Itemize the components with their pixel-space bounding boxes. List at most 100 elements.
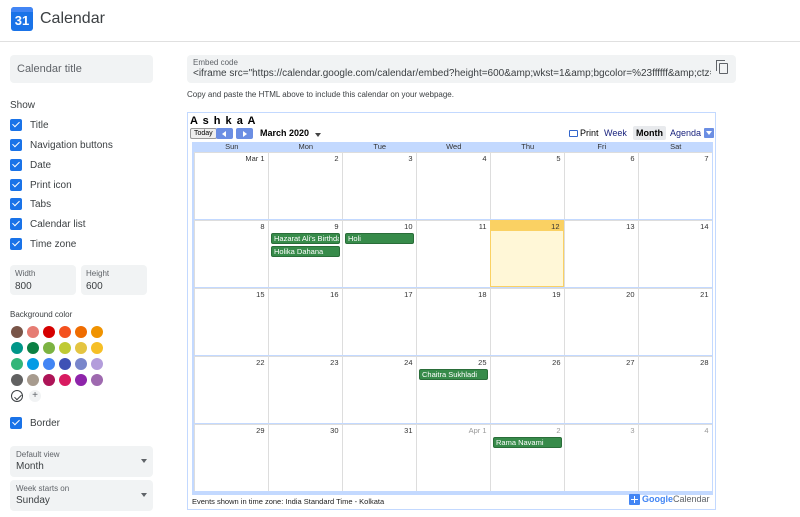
width-field[interactable]: Width 800 (10, 265, 76, 295)
event-chip[interactable]: Holi (345, 233, 414, 244)
event-chip[interactable]: Chaitra Sukhladi (419, 369, 488, 380)
show-option[interactable]: Title (10, 118, 49, 132)
day-cell[interactable]: 31 (342, 424, 416, 491)
color-swatch[interactable] (11, 326, 23, 338)
color-swatch[interactable] (59, 358, 71, 370)
tab-month[interactable]: Month (633, 126, 666, 140)
chevron-down-icon[interactable] (704, 128, 714, 138)
option-checkbox[interactable] (10, 179, 22, 191)
day-cell[interactable]: 2 Rama Navami (490, 424, 564, 491)
color-swatch[interactable] (43, 326, 55, 338)
day-cell[interactable]: 13 (564, 220, 638, 287)
event-chip[interactable]: Holika Dahana (271, 246, 340, 257)
show-option[interactable]: Calendar list (10, 217, 86, 231)
color-swatch[interactable] (59, 342, 71, 354)
color-swatch[interactable] (75, 342, 87, 354)
color-swatch[interactable] (11, 374, 23, 386)
copy-icon[interactable] (716, 60, 728, 74)
day-cell[interactable]: 17 (342, 288, 416, 355)
day-cell[interactable]: 29 (194, 424, 268, 491)
tab-agenda[interactable]: Agenda (667, 126, 704, 140)
tab-week[interactable]: Week (601, 126, 630, 140)
default-view-select[interactable]: Default view Month (10, 446, 153, 477)
color-swatch[interactable] (91, 342, 103, 354)
border-checkbox[interactable] (10, 417, 22, 429)
day-cell[interactable]: 27 (564, 356, 638, 423)
today-button[interactable]: Today (190, 128, 217, 139)
show-option[interactable]: Time zone (10, 237, 76, 251)
color-swatch[interactable] (27, 342, 39, 354)
calendar-logo-icon[interactable]: 31 (11, 7, 33, 31)
selected-color-swatch[interactable] (11, 390, 23, 402)
show-option[interactable]: Print icon (10, 178, 72, 192)
prev-month-button[interactable] (216, 128, 233, 139)
color-swatch[interactable] (91, 358, 103, 370)
google-calendar-badge[interactable]: Google Calendar (629, 493, 710, 505)
height-field[interactable]: Height 600 (81, 265, 147, 295)
embed-code-value[interactable]: <iframe src="https://calendar.google.com… (193, 68, 711, 79)
width-value[interactable]: 800 (15, 281, 71, 292)
height-value[interactable]: 600 (86, 281, 142, 292)
calendar-title-input[interactable] (10, 55, 153, 83)
day-cell[interactable]: 22 (194, 356, 268, 423)
color-swatch[interactable] (27, 326, 39, 338)
event-chip[interactable]: Rama Navami (493, 437, 562, 448)
show-option[interactable]: Navigation buttons (10, 138, 113, 152)
day-cell[interactable]: 16 (268, 288, 342, 355)
day-cell-today[interactable]: 12 (490, 220, 564, 287)
day-cell[interactable]: 5 (490, 152, 564, 219)
color-swatch[interactable] (91, 326, 103, 338)
day-cell[interactable]: 2 (268, 152, 342, 219)
embed-code-field[interactable]: Embed code <iframe src="https://calendar… (187, 55, 736, 83)
day-cell[interactable]: 20 (564, 288, 638, 355)
option-checkbox[interactable] (10, 198, 22, 210)
next-month-button[interactable] (236, 128, 253, 139)
color-swatch[interactable] (59, 326, 71, 338)
color-swatch[interactable] (27, 374, 39, 386)
color-swatch[interactable] (27, 358, 39, 370)
day-cell[interactable]: 10 Holi (342, 220, 416, 287)
current-month[interactable]: March 2020 (260, 128, 309, 138)
day-cell[interactable]: Mar 1 (194, 152, 268, 219)
color-swatch[interactable] (59, 374, 71, 386)
color-swatch[interactable] (43, 342, 55, 354)
day-cell[interactable]: 6 (564, 152, 638, 219)
show-option[interactable]: Tabs (10, 197, 51, 211)
option-checkbox[interactable] (10, 139, 22, 151)
color-swatch[interactable] (75, 326, 87, 338)
option-checkbox[interactable] (10, 218, 22, 230)
day-cell[interactable]: 3 (342, 152, 416, 219)
show-option[interactable]: Date (10, 158, 51, 172)
day-cell[interactable]: 24 (342, 356, 416, 423)
color-swatch[interactable] (75, 374, 87, 386)
day-cell[interactable]: Apr 1 (416, 424, 490, 491)
event-chip[interactable]: Hazarat Ali's Birthday (271, 233, 340, 244)
color-swatch[interactable] (11, 342, 23, 354)
day-cell[interactable]: 3 (564, 424, 638, 491)
day-cell[interactable]: 25 Chaitra Sukhladi (416, 356, 490, 423)
print-button[interactable]: Print (569, 128, 599, 138)
day-cell[interactable]: 8 (194, 220, 268, 287)
day-cell[interactable]: 28 (638, 356, 712, 423)
color-swatch[interactable] (75, 358, 87, 370)
day-cell[interactable]: 19 (490, 288, 564, 355)
color-swatch[interactable] (43, 358, 55, 370)
day-cell[interactable]: 26 (490, 356, 564, 423)
month-dropdown-icon[interactable] (315, 133, 321, 137)
day-cell[interactable]: 4 (638, 424, 712, 491)
day-cell[interactable]: 4 (416, 152, 490, 219)
option-checkbox[interactable] (10, 159, 22, 171)
option-checkbox[interactable] (10, 119, 22, 131)
calendar-title-field[interactable] (10, 55, 153, 83)
border-option[interactable]: Border (10, 416, 60, 430)
day-cell[interactable]: 21 (638, 288, 712, 355)
add-color-icon[interactable]: + (29, 390, 41, 402)
day-cell[interactable]: 15 (194, 288, 268, 355)
day-cell[interactable]: 9 Hazarat Ali's Birthday Holika Dahana (268, 220, 342, 287)
color-swatch[interactable] (91, 374, 103, 386)
day-cell[interactable]: 7 (638, 152, 712, 219)
day-cell[interactable]: 30 (268, 424, 342, 491)
week-start-select[interactable]: Week starts on Sunday (10, 480, 153, 511)
day-cell[interactable]: 18 (416, 288, 490, 355)
color-swatch[interactable] (43, 374, 55, 386)
